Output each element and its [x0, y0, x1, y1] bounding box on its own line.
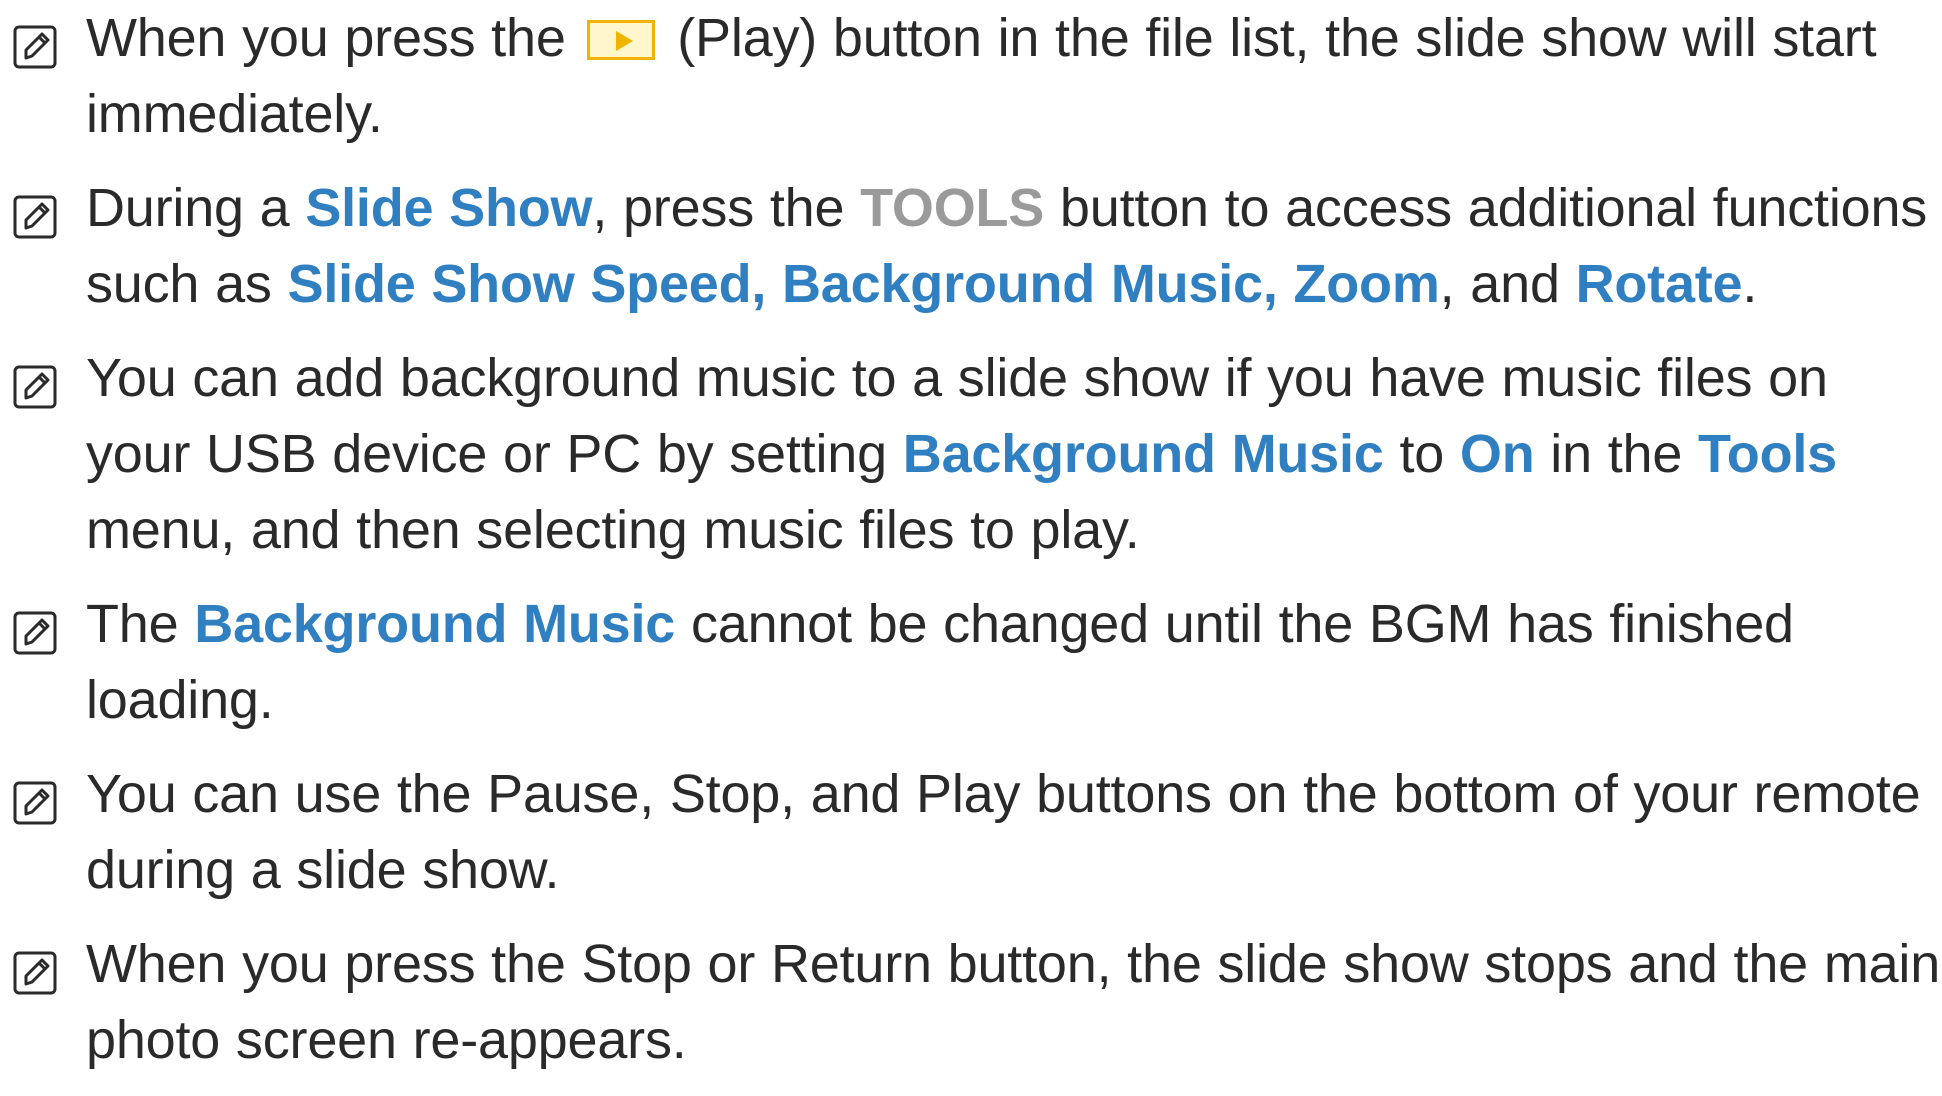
note-icon [12, 600, 58, 655]
highlighted-term: Tools [1698, 424, 1837, 484]
note-icon [12, 14, 58, 69]
note-icon [12, 354, 58, 409]
note-icon [12, 184, 58, 239]
note-item: You can use the Pause, Stop, and Play bu… [0, 756, 1942, 908]
note-icon [12, 770, 58, 825]
highlighted-term: Rotate [1575, 254, 1743, 314]
note-text: When you press the Stop or Return button… [86, 934, 1941, 1070]
note-text: , press the [592, 178, 861, 238]
note-text: During a [86, 178, 306, 238]
highlighted-term: Slide Show [305, 178, 593, 238]
note-item: When you press the (Play) button in the … [0, 0, 1942, 152]
note-item: When you press the Stop or Return button… [0, 926, 1942, 1078]
note-icon [12, 940, 58, 995]
note-text: . [1742, 254, 1758, 314]
play-button-icon [587, 20, 656, 60]
note-text: in the [1534, 424, 1698, 484]
note-item: The Background Music cannot be changed u… [0, 586, 1942, 738]
note-text: The [86, 594, 195, 654]
note-text: When you press the [86, 8, 582, 68]
highlighted-term: On [1459, 424, 1535, 484]
note-text: to [1383, 424, 1460, 484]
highlighted-term: Slide Show Speed, Background Music, Zoom [287, 254, 1440, 314]
note-item: You can add background music to a slide … [0, 340, 1942, 568]
notes-list: When you press the (Play) button in the … [0, 0, 1942, 1096]
note-text: , and [1439, 254, 1576, 314]
highlighted-term: Background Music [902, 424, 1384, 484]
button-name-text: TOOLS [860, 178, 1045, 238]
note-text: menu, and then selecting music files to … [86, 500, 1140, 560]
note-item: During a Slide Show, press the TOOLS but… [0, 170, 1942, 322]
highlighted-term: Background Music [194, 594, 676, 654]
note-text: You can use the Pause, Stop, and Play bu… [86, 764, 1921, 900]
